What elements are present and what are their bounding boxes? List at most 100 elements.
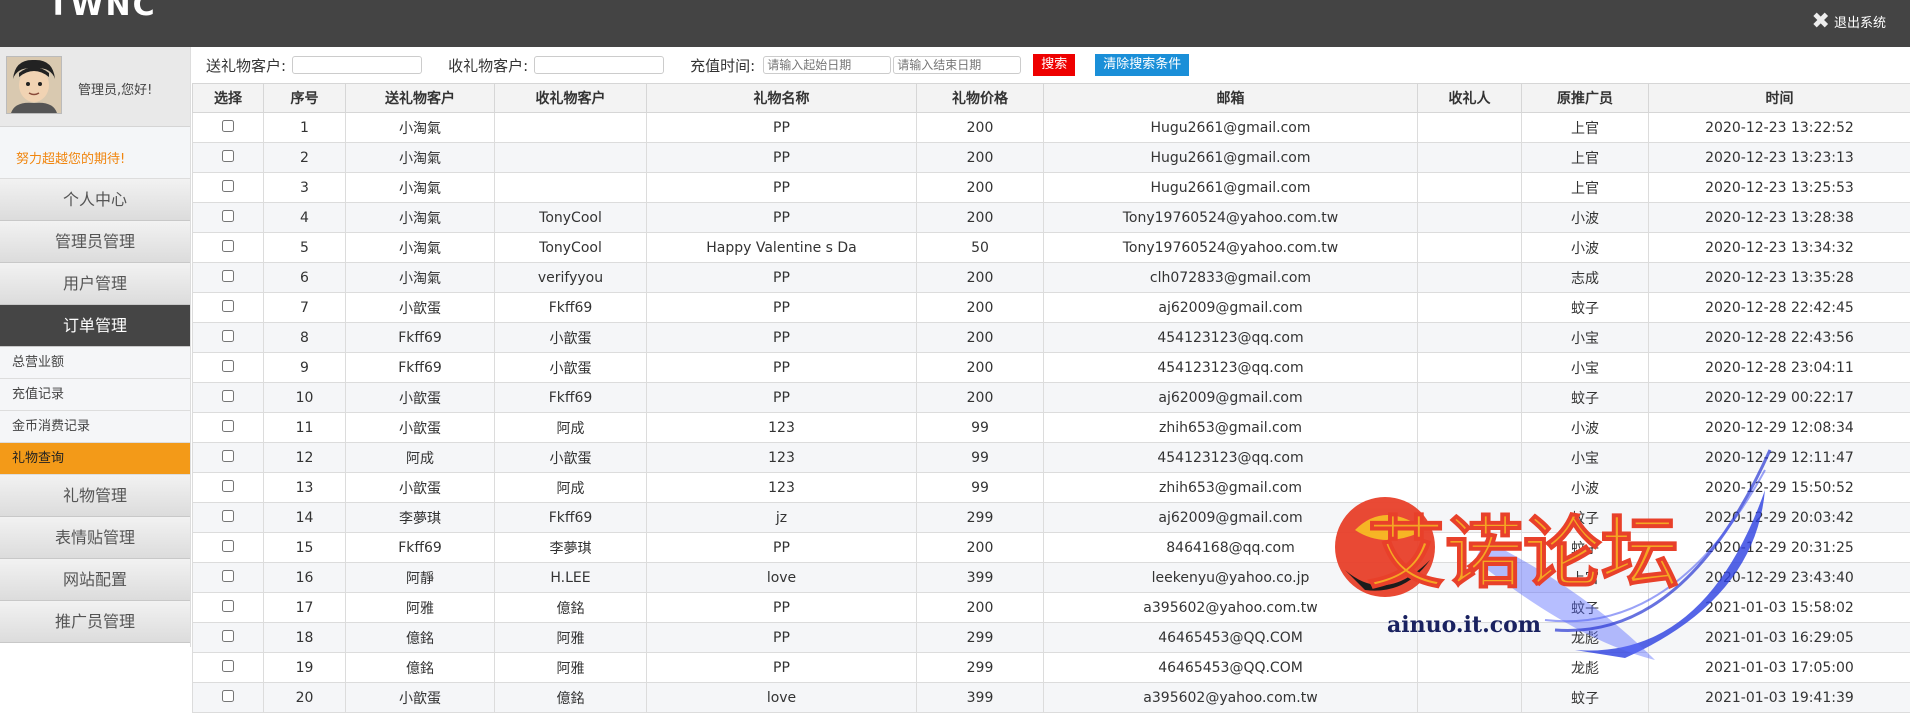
- cell-promoter: 上官: [1521, 562, 1649, 593]
- cell-email: a395602@yahoo.com.tw: [1043, 682, 1418, 713]
- cell-email: 454123123@qq.com: [1043, 322, 1418, 353]
- table-row: 9 Fkff69 小歆蛋 PP 200 454123123@qq.com 小宝 2020-12…: [192, 352, 1910, 383]
- cell-time: 2020-12-23 13:35:28: [1648, 262, 1910, 293]
- row-select-checkbox[interactable]: [222, 539, 234, 552]
- submenu-coin-records[interactable]: 金币消费记录: [0, 411, 190, 443]
- row-select-checkbox[interactable]: [222, 329, 234, 342]
- cell-gift-price: 200: [916, 202, 1044, 233]
- row-select-checkbox[interactable]: [222, 209, 234, 222]
- menu-personal-center[interactable]: 个人中心: [0, 179, 190, 221]
- row-select-checkbox[interactable]: [222, 119, 234, 132]
- cell-sender: 億銘: [345, 652, 495, 683]
- row-select-checkbox[interactable]: [222, 689, 234, 702]
- cell-index: 9: [263, 352, 346, 383]
- row-select-checkbox[interactable]: [222, 269, 234, 282]
- cell-email: clh072833@gmail.com: [1043, 262, 1418, 293]
- row-select-checkbox[interactable]: [222, 569, 234, 582]
- motto-text: 努力超越您的期待!: [0, 127, 190, 179]
- row-select-cell: [192, 322, 264, 353]
- cell-promoter: 小波: [1521, 412, 1649, 443]
- cell-gift-price: 299: [916, 622, 1044, 653]
- cell-receiver: 阿雅: [494, 622, 647, 653]
- cell-email: zhih653@gmail.com: [1043, 472, 1418, 503]
- row-select-cell: [192, 262, 264, 293]
- cell-gift-price: 299: [916, 502, 1044, 533]
- col-header-gift-name: 礼物名称: [646, 83, 917, 113]
- cell-index: 8: [263, 322, 346, 353]
- cell-promoter: 蚊子: [1521, 682, 1649, 713]
- cell-email: 454123123@qq.com: [1043, 352, 1418, 383]
- submenu-recharge-records[interactable]: 充值记录: [0, 379, 190, 411]
- cell-time: 2020-12-23 13:22:52: [1648, 112, 1910, 143]
- row-select-checkbox[interactable]: [222, 479, 234, 492]
- cell-gift-price: 99: [916, 442, 1044, 473]
- row-select-cell: [192, 292, 264, 323]
- cell-gift-name: Happy Valentine s Da: [646, 232, 917, 263]
- cell-receiver: 李夢琪: [494, 532, 647, 563]
- cell-sender: 小歆蛋: [345, 412, 495, 443]
- submenu-gift-query[interactable]: 礼物查询: [0, 443, 190, 475]
- table-row: 17 阿雅 億銘 PP 200 a395602@yahoo.com.tw 蚊子 2021-01…: [192, 592, 1910, 623]
- end-date-input[interactable]: [893, 56, 1022, 74]
- menu-site-config[interactable]: 网站配置: [0, 559, 190, 601]
- cell-receiver: 億銘: [494, 592, 647, 623]
- sender-input[interactable]: [292, 56, 423, 74]
- cell-gift-price: 99: [916, 472, 1044, 503]
- cell-gift-price: 200: [916, 592, 1044, 623]
- menu-admin-management[interactable]: 管理员管理: [0, 221, 190, 263]
- cell-gift-name: PP: [646, 652, 917, 683]
- clear-search-button[interactable]: 清除搜索条件: [1095, 54, 1190, 76]
- cell-recipient: [1417, 232, 1522, 263]
- row-select-cell: [192, 232, 264, 263]
- row-select-checkbox[interactable]: [222, 359, 234, 372]
- cell-gift-name: PP: [646, 592, 917, 623]
- table-row: 20 小歆蛋 億銘 love 399 a395602@yahoo.com.tw 蚊子 2021…: [192, 682, 1910, 713]
- menu-user-management[interactable]: 用户管理: [0, 263, 190, 305]
- row-select-checkbox[interactable]: [222, 449, 234, 462]
- cell-promoter: 蚊子: [1521, 382, 1649, 413]
- logout-button[interactable]: ✖ 退出系统: [1812, 10, 1886, 32]
- row-select-checkbox[interactable]: [222, 599, 234, 612]
- row-select-checkbox[interactable]: [222, 239, 234, 252]
- table-header-row: 选择 序号 送礼物客户 收礼物客户 礼物名称 礼物价格 邮箱 收礼人 原推广员 …: [192, 83, 1910, 113]
- avatar-icon: [7, 57, 61, 113]
- cell-email: 8464168@qq.com: [1043, 532, 1418, 563]
- row-select-cell: [192, 472, 264, 503]
- cell-receiver: [494, 142, 647, 173]
- menu-promoter-management[interactable]: 推广员管理: [0, 601, 190, 643]
- row-select-checkbox[interactable]: [222, 659, 234, 672]
- cell-gift-name: PP: [646, 322, 917, 353]
- cell-receiver: TonyCool: [494, 232, 647, 263]
- row-select-checkbox[interactable]: [222, 629, 234, 642]
- cell-gift-name: 123: [646, 472, 917, 503]
- cell-index: 14: [263, 502, 346, 533]
- cell-receiver: 小歆蛋: [494, 442, 647, 473]
- table-row: 15 Fkff69 李夢琪 PP 200 8464168@qq.com 蚊子 2020-12-…: [192, 532, 1910, 563]
- cell-receiver: 阿成: [494, 472, 647, 503]
- cell-promoter: 志成: [1521, 262, 1649, 293]
- col-header-gift-price: 礼物价格: [916, 83, 1044, 113]
- cell-gift-name: jz: [646, 502, 917, 533]
- user-box: 管理员,您好!: [0, 47, 190, 127]
- row-select-checkbox[interactable]: [222, 509, 234, 522]
- row-select-checkbox[interactable]: [222, 389, 234, 402]
- cell-time: 2020-12-29 15:50:52: [1648, 472, 1910, 503]
- start-date-input[interactable]: [763, 56, 892, 74]
- cell-gift-name: 123: [646, 412, 917, 443]
- row-select-checkbox[interactable]: [222, 179, 234, 192]
- menu-order-management[interactable]: 订单管理: [0, 305, 190, 347]
- cell-email: 454123123@qq.com: [1043, 442, 1418, 473]
- cell-index: 13: [263, 472, 346, 503]
- row-select-checkbox[interactable]: [222, 149, 234, 162]
- cell-email: Tony19760524@yahoo.com.tw: [1043, 202, 1418, 233]
- receiver-input[interactable]: [534, 56, 665, 74]
- menu-gift-management[interactable]: 礼物管理: [0, 475, 190, 517]
- logout-label: 退出系统: [1833, 16, 1886, 31]
- row-select-checkbox[interactable]: [222, 299, 234, 312]
- table-row: 11 小歆蛋 阿成 123 99 zhih653@gmail.com 小波 2020-12-2…: [192, 412, 1910, 443]
- menu-sticker-management[interactable]: 表情贴管理: [0, 517, 190, 559]
- search-button[interactable]: 搜索: [1033, 54, 1076, 76]
- cell-index: 5: [263, 232, 346, 263]
- submenu-total-revenue[interactable]: 总营业额: [0, 347, 190, 379]
- row-select-checkbox[interactable]: [222, 419, 234, 432]
